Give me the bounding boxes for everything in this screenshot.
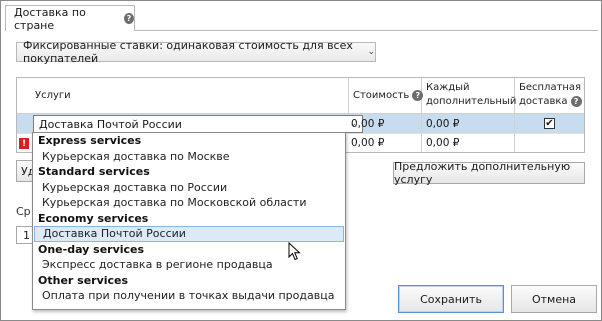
cost-cell[interactable]: 0,00 ₽ xyxy=(349,134,422,152)
handling-time-value: 1 xyxy=(23,228,30,242)
header-free-shipping-line2: доставка xyxy=(519,96,568,107)
tab-domestic-shipping[interactable]: Доставка по стране ? xyxy=(5,5,135,32)
question-icon[interactable]: ? xyxy=(570,96,582,107)
header-services: Услуги xyxy=(17,78,349,113)
cost-value: 0,00 ₽ xyxy=(351,117,385,130)
each-additional-value: 0,00 ₽ xyxy=(426,117,460,130)
service-combo-value: Доставка Почтой России xyxy=(39,117,182,131)
header-cost-label: Стоимость xyxy=(353,90,410,101)
rate-type-value: Фиксированные ставки: одинаковая стоимос… xyxy=(23,39,353,65)
check-icon: ✔ xyxy=(545,117,554,129)
tab-divider xyxy=(135,30,598,31)
save-button[interactable]: Сохранить xyxy=(398,285,504,313)
table-row[interactable]: Доставка Почтой России ⌄ 0,00 ₽ 0,00 ₽ ✔ xyxy=(17,113,584,133)
header-each-additional: Каждый дополнительный xyxy=(422,78,517,113)
cancel-button[interactable]: Отмена xyxy=(511,285,597,313)
group-standard: Standard services xyxy=(38,165,150,178)
group-express: Express services xyxy=(38,134,142,147)
header-free-shipping-line1: Бесплатная xyxy=(519,82,582,93)
each-additional-cell[interactable]: 0,00 ₽ xyxy=(422,134,515,152)
error-icon: ! xyxy=(19,138,29,149)
chevron-down-icon: ⌄ xyxy=(367,47,375,57)
option-courier-russia[interactable]: Курьерская доставка по России xyxy=(33,180,345,196)
each-additional-value: 0,00 ₽ xyxy=(426,137,460,149)
question-icon[interactable]: ? xyxy=(124,13,134,24)
save-label: Сохранить xyxy=(420,292,482,306)
header-cost: Стоимость ? xyxy=(349,78,424,113)
header-each-additional-line1: Каждый xyxy=(426,82,470,93)
option-russian-post[interactable]: Доставка Почтой России xyxy=(34,226,344,242)
group-other: Other services xyxy=(38,273,129,287)
option-courier-moscow-region[interactable]: Курьерская доставка по Московской област… xyxy=(33,195,345,211)
cost-value: 0,00 ₽ xyxy=(351,137,385,149)
services-dropdown-list: Express services Курьерская доставка по … xyxy=(32,132,346,310)
header-each-additional-line2: дополнительный xyxy=(426,96,517,107)
option-courier-moscow[interactable]: Курьерская доставка по Москве xyxy=(33,149,345,165)
free-shipping-cell: ✔ xyxy=(515,114,584,133)
rate-type-select[interactable]: Фиксированные ставки: одинаковая стоимос… xyxy=(16,39,376,65)
header-services-label: Услуги xyxy=(35,90,71,101)
offer-additional-service-label: Предложить дополнительную услугу xyxy=(394,160,571,186)
group-economy: Economy services xyxy=(38,211,149,225)
free-shipping-checkbox[interactable]: ✔ xyxy=(544,118,555,129)
offer-additional-service-button[interactable]: Предложить дополнительную услугу xyxy=(393,160,585,186)
tab-label: Доставка по стране xyxy=(14,5,86,32)
cancel-label: Отмена xyxy=(531,292,577,306)
service-combo[interactable]: Доставка Почтой России ⌄ xyxy=(33,115,363,133)
mouse-pointer-icon xyxy=(288,242,301,261)
cost-cell[interactable]: 0,00 ₽ xyxy=(349,114,422,133)
free-shipping-cell xyxy=(515,134,584,152)
header-free-shipping: Бесплатная доставка ? xyxy=(515,78,584,113)
each-additional-cell[interactable]: 0,00 ₽ xyxy=(422,114,515,133)
option-cash-on-pickup[interactable]: Оплата при получении в точках выдачи про… xyxy=(33,288,345,304)
handling-time-label: Ср xyxy=(16,205,31,218)
